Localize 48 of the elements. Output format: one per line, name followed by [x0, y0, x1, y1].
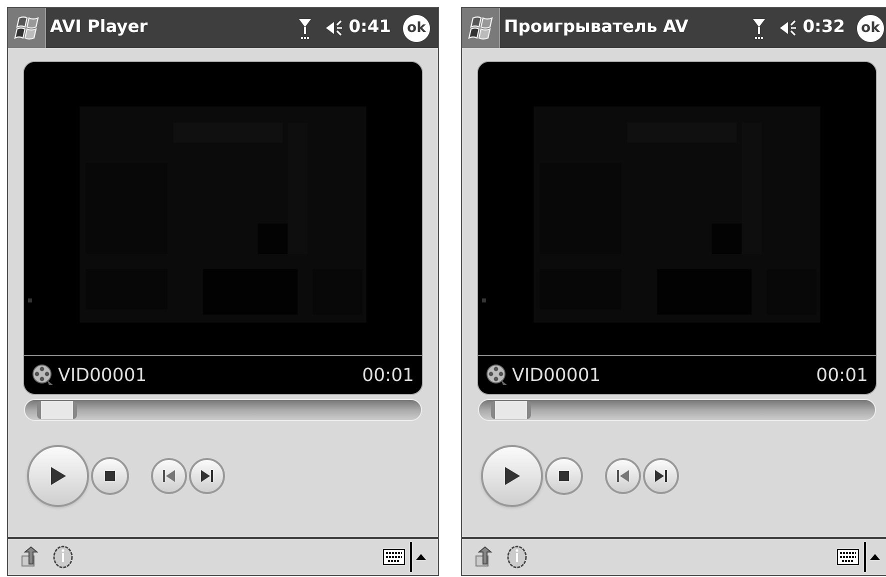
signal-antenna-icon [296, 16, 313, 40]
stop-icon [559, 471, 569, 481]
next-button[interactable] [643, 458, 679, 494]
seek-bar[interactable] [24, 399, 422, 421]
play-button[interactable] [481, 445, 543, 507]
film-reel-icon [486, 364, 508, 386]
windows-flag-icon [466, 15, 494, 41]
skip-forward-icon [654, 469, 668, 483]
play-icon [503, 466, 521, 486]
window-title: Проигрыватель AV [504, 16, 688, 40]
stop-button[interactable] [91, 457, 129, 495]
keyboard-icon[interactable] [383, 549, 405, 565]
start-button[interactable] [8, 8, 46, 48]
speaker-icon [778, 19, 799, 37]
speaker-icon [324, 19, 345, 37]
folder-arrow-icon[interactable] [20, 546, 40, 568]
start-button[interactable] [462, 8, 500, 48]
stop-button[interactable] [545, 457, 583, 495]
window-title: AVI Player [50, 16, 148, 40]
elapsed-time: 00:01 [362, 364, 414, 388]
windows-flag-icon [12, 15, 40, 41]
file-name: VID00001 [58, 364, 147, 388]
caret-up-icon[interactable] [870, 554, 880, 560]
film-reel-icon [32, 364, 54, 386]
skip-forward-icon [200, 469, 214, 483]
ok-button[interactable]: ok [857, 14, 884, 42]
play-button[interactable] [27, 445, 89, 507]
signal-antenna-icon [750, 16, 767, 40]
clock-time: 0:41 [348, 16, 391, 40]
folder-arrow-icon[interactable] [474, 546, 494, 568]
info-icon[interactable] [506, 545, 528, 569]
stop-icon [105, 471, 115, 481]
elapsed-time: 00:01 [816, 364, 868, 388]
file-name: VID00001 [512, 364, 601, 388]
ok-button[interactable]: ok [403, 14, 430, 42]
caret-up-icon[interactable] [416, 554, 426, 560]
skip-back-icon [616, 469, 630, 483]
previous-button[interactable] [151, 458, 187, 494]
seek-bar[interactable] [478, 399, 876, 421]
next-button[interactable] [189, 458, 225, 494]
previous-button[interactable] [605, 458, 641, 494]
keyboard-icon[interactable] [837, 549, 859, 565]
seek-thumb[interactable] [490, 401, 531, 419]
clock-time: 0:32 [802, 16, 845, 40]
play-icon [49, 466, 67, 486]
seek-thumb[interactable] [36, 401, 77, 419]
skip-back-icon [162, 469, 176, 483]
info-icon[interactable] [52, 545, 74, 569]
